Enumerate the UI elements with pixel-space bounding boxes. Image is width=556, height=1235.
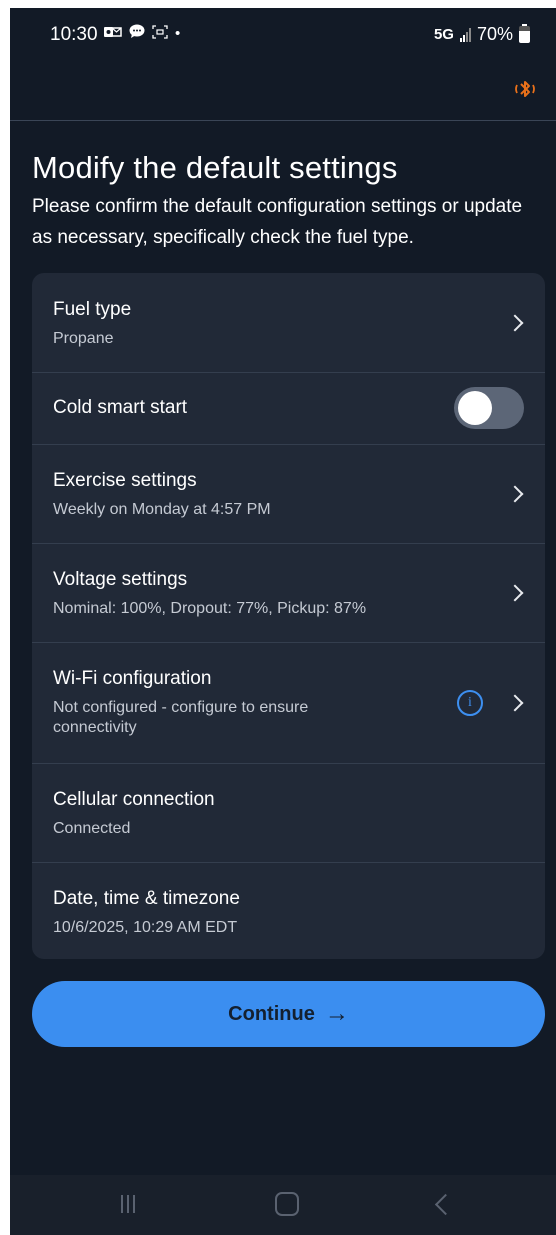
home-icon[interactable] — [275, 1192, 299, 1216]
settings-list: Fuel type Propane Cold smart start Exerc… — [32, 273, 545, 959]
app-bar — [10, 60, 556, 121]
arrow-right-icon: → — [324, 1000, 349, 1027]
network-type: 5G — [433, 26, 454, 43]
setting-cellular: Cellular connection Connected — [32, 763, 545, 863]
battery-percent: 70% — [476, 24, 513, 44]
status-bar: 10:30 • 5G 70% — [10, 8, 556, 60]
setting-wifi[interactable]: Wi-Fi configuration Not configured - con… — [32, 642, 545, 764]
battery-icon — [519, 24, 530, 43]
setting-fuel-type[interactable]: Fuel type Propane — [32, 273, 545, 373]
recents-icon[interactable] — [121, 1195, 135, 1213]
status-time: 10:30 — [50, 24, 98, 45]
cold-smart-start-toggle[interactable] — [454, 387, 524, 429]
setting-value: Weekly on Monday at 4:57 PM — [53, 501, 271, 518]
setting-value: Propane — [53, 330, 114, 347]
notification-icons: • — [104, 24, 180, 43]
setting-title: Exercise settings — [53, 470, 197, 491]
back-icon[interactable] — [434, 1193, 457, 1216]
chevron-right-icon — [506, 584, 524, 602]
chevron-right-icon — [506, 314, 524, 332]
setting-voltage[interactable]: Voltage settings Nominal: 100%, Dropout:… — [32, 543, 545, 643]
phone-screen: 10:30 • 5G 70% Modify the default settin… — [10, 8, 556, 1235]
setting-title: Cellular connection — [53, 789, 215, 810]
system-nav-bar — [10, 1175, 556, 1235]
page-title: Modify the default settings — [32, 150, 398, 185]
screenshot-icon — [152, 24, 168, 43]
chat-icon — [129, 24, 145, 43]
continue-button[interactable]: Continue → — [32, 981, 545, 1047]
setting-value: Not configured - configure to ensure con… — [53, 699, 309, 736]
chevron-right-icon — [506, 694, 524, 712]
info-icon[interactable]: i — [457, 690, 483, 716]
setting-date-time: Date, time & timezone 10/6/2025, 10:29 A… — [32, 862, 545, 959]
setting-title: Wi-Fi configuration — [53, 668, 212, 689]
toggle-knob — [458, 391, 492, 425]
signal-icon — [459, 27, 471, 42]
setting-cold-smart-start: Cold smart start — [32, 372, 545, 445]
setting-exercise[interactable]: Exercise settings Weekly on Monday at 4:… — [32, 444, 545, 544]
setting-value: 10/6/2025, 10:29 AM EDT — [53, 919, 238, 936]
setting-title: Date, time & timezone — [53, 888, 240, 909]
status-right: 5G 70% — [434, 24, 530, 45]
outlook-icon — [104, 25, 122, 43]
setting-title: Voltage settings — [53, 569, 188, 590]
page-description: Please confirm the default configuration… — [32, 196, 523, 248]
setting-title: Cold smart start — [53, 397, 188, 418]
continue-label: Continue — [228, 1002, 315, 1025]
setting-title: Fuel type — [53, 299, 132, 320]
setting-value: Connected — [53, 820, 131, 837]
chevron-right-icon — [506, 485, 524, 503]
bluetooth-icon[interactable] — [512, 76, 538, 102]
notification-dot: • — [175, 25, 181, 42]
setting-value: Nominal: 100%, Dropout: 77%, Pickup: 87% — [53, 600, 367, 617]
